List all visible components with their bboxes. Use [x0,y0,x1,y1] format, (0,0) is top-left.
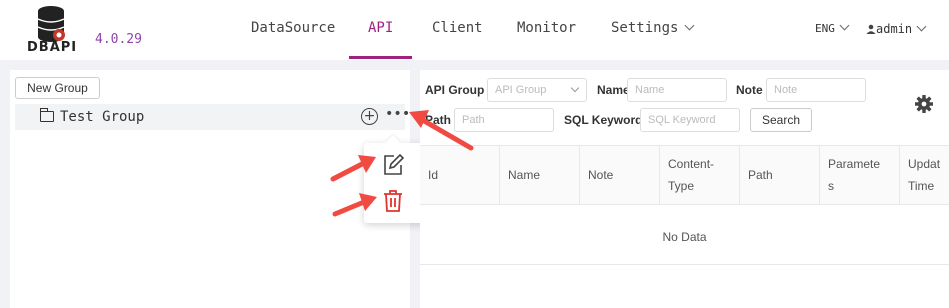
annotation-arrow-icon [409,110,474,151]
group-tree-item[interactable]: Test Group + ••• [15,104,410,130]
api-group-select[interactable]: API Group [487,78,587,102]
column-header-line: Updat [908,157,941,171]
table-divider [420,264,949,265]
gear-icon[interactable] [914,94,934,114]
edit-icon[interactable] [381,153,405,177]
column-header-line: Paramete [828,157,881,171]
api-list-panel: API Group API Group Name Name Note Note … [420,70,949,308]
column-header-text: Name [508,168,541,182]
sql-keyword-label: SQL Keyword [564,113,643,127]
column-header-content-type[interactable]: Content- Type [660,146,740,204]
column-header-parameters[interactable]: Paramete s [820,146,900,204]
chevron-down-icon [839,20,850,31]
nav-client[interactable]: Client [432,20,483,36]
group-panel: New Group Test Group + ••• [10,70,410,308]
annotation-arrow-icon [330,155,376,182]
folder-icon [40,108,54,122]
empty-state-text: No Data [662,230,707,244]
chevron-down-icon [570,83,580,93]
nav-datasource[interactable]: DataSource [251,20,335,36]
name-input[interactable]: Name [627,78,727,102]
note-label: Note [736,83,763,97]
logo-text: DBAPI [27,40,78,55]
api-group-label: API Group [425,83,485,97]
sql-keyword-input[interactable]: SQL Keyword [640,108,740,132]
annotation-arrow-icon [332,193,377,217]
column-header-update-time[interactable]: Updat Time [900,146,949,204]
column-header-id[interactable]: Id [420,146,500,204]
name-label: Name [597,83,630,97]
active-nav-indicator [349,56,412,59]
search-button[interactable]: Search [750,108,812,132]
column-header-text: Content- Type [668,153,714,197]
delete-icon[interactable] [381,189,405,213]
column-header-text: Paramete s [828,153,880,197]
language-label: ENG [815,22,835,35]
column-header-line: Type [668,179,695,193]
add-circle-icon[interactable]: + [361,108,378,125]
user-name: admin [876,22,913,36]
table-header: Id Name Note Content- Type Path Paramete s… [420,146,949,205]
nav-monitor[interactable]: Monitor [517,20,576,36]
nav-settings-label: Settings [611,20,679,36]
api-table: Id Name Note Content- Type Path Paramete s… [420,145,949,308]
language-selector[interactable]: ENG [815,20,850,35]
api-group-placeholder: API Group [495,84,547,96]
group-name: Test Group [60,109,145,125]
column-header-text: Id [428,168,439,182]
column-header-text: Note [588,168,614,182]
note-input[interactable]: Note [766,78,866,102]
column-header-line: Content- [668,157,715,171]
nav-settings[interactable]: Settings [611,20,695,36]
column-header-line: s [828,179,834,193]
user-menu[interactable]: admin [866,21,927,36]
column-header-text: Updat Time [908,153,940,197]
chevron-down-icon [684,20,695,31]
column-header-name[interactable]: Name [500,146,580,204]
top-header: DBAPI 4.0.29 DataSource API Client Monit… [0,0,949,60]
column-header-note[interactable]: Note [580,146,660,204]
nav-api[interactable]: API [368,20,393,36]
column-header-path[interactable]: Path [740,146,820,204]
column-header-text: Path [748,168,773,182]
column-header-line: Time [908,179,935,193]
new-group-button[interactable]: New Group [15,77,100,99]
chevron-down-icon [916,21,927,32]
version-label: 4.0.29 [95,32,142,47]
user-icon [866,24,876,34]
